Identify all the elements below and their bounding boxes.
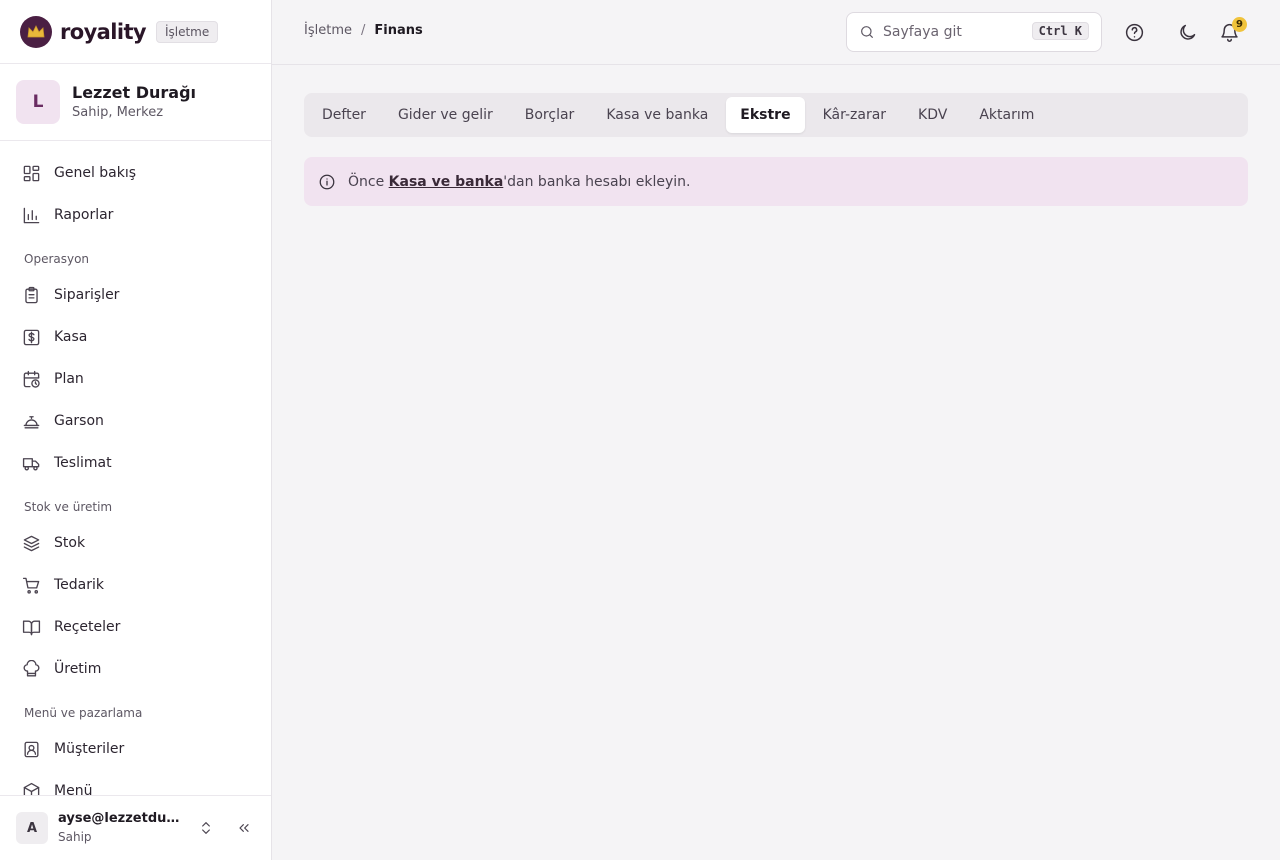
org-switcher[interactable]: L Lezzet Durağı Sahip, Merkez (0, 64, 271, 141)
sidebar-item-label: Genel bakış (54, 165, 137, 181)
help-button[interactable] (1122, 20, 1146, 44)
collapse-sidebar-icon[interactable] (236, 820, 252, 836)
tab-gider-ve-gelir[interactable]: Gider ve gelir (384, 97, 507, 133)
sidebar-item-label: Garson (54, 413, 104, 429)
dollar-icon (23, 329, 40, 345)
sidebar-item-label: Siparişler (54, 287, 120, 303)
tab-aktarim[interactable]: Aktarım (965, 97, 1048, 133)
cloche-icon (23, 415, 40, 429)
breadcrumb-current: Finans (374, 23, 423, 38)
avatar: A (16, 812, 48, 844)
org-name: Lezzet Durağı (72, 82, 197, 102)
sidebar-item-label: Menü (54, 783, 93, 795)
stack-icon (23, 535, 40, 551)
finance-tabs: Defter Gider ve gelir Borçlar Kasa ve ba… (304, 93, 1248, 137)
sidebar-item-genel-bakis[interactable]: Genel bakış (0, 152, 271, 194)
user-role: Sahip (58, 830, 92, 844)
sidebar-nav: Genel bakış Raporlar Operasyon Siparişle… (0, 141, 271, 795)
org-avatar: L (16, 80, 60, 124)
sidebar-item-menu[interactable]: Menü (0, 770, 271, 795)
sidebar-item-label: Teslimat (54, 455, 112, 471)
breadcrumb: İşletme / Finans (304, 23, 423, 38)
moon-icon (1179, 24, 1195, 40)
top-header: İşletme / Finans Ctrl K 9 (272, 0, 1280, 65)
sidebar-item-plan[interactable]: Plan (0, 358, 271, 400)
keyboard-shortcut: Ctrl K (1031, 22, 1089, 40)
theme-toggle-button[interactable] (1175, 20, 1199, 44)
nav-section-title: Stok ve üretim (24, 500, 113, 514)
chef-hat-icon (23, 659, 40, 677)
sidebar-item-musteriler[interactable]: Müşteriler (0, 728, 271, 770)
sidebar-item-label: Üretim (54, 661, 102, 677)
sidebar-item-teslimat[interactable]: Teslimat (0, 442, 271, 484)
sidebar-item-label: Reçeteler (54, 619, 121, 635)
sidebar-item-label: Tedarik (54, 577, 105, 593)
sidebar-item-label: Stok (54, 535, 86, 551)
tab-kar-zarar[interactable]: Kâr-zarar (809, 97, 900, 133)
notifications-button[interactable]: 9 (1217, 17, 1247, 44)
sidebar-item-stok[interactable]: Stok (0, 522, 271, 564)
clipboard-icon (25, 286, 38, 303)
info-icon (319, 174, 335, 189)
brand-header: royality İşletme (0, 0, 271, 64)
sidebar-item-uretim[interactable]: Üretim (0, 648, 271, 690)
sidebar: royality İşletme L Lezzet Durağı Sahip, … (0, 0, 272, 860)
crown-logo-icon[interactable] (20, 15, 52, 48)
contact-icon (24, 741, 39, 757)
breadcrumb-separator: / (360, 23, 366, 38)
sidebar-item-raporlar[interactable]: Raporlar (0, 194, 271, 236)
nav-section-title: Operasyon (24, 252, 90, 266)
tab-kasa-ve-banka[interactable]: Kasa ve banka (592, 97, 722, 133)
sidebar-item-kasa[interactable]: Kasa (0, 316, 271, 358)
alert-suffix: 'dan banka hesabı ekleyin. (503, 173, 691, 190)
cart-icon (22, 577, 40, 594)
truck-icon (22, 457, 40, 471)
tab-defter[interactable]: Defter (308, 97, 380, 133)
kasa-ve-banka-link[interactable]: Kasa ve banka (389, 174, 504, 190)
breadcrumb-parent[interactable]: İşletme (304, 23, 352, 38)
search-input[interactable] (883, 24, 1023, 40)
sidebar-item-tedarik[interactable]: Tedarik (0, 564, 271, 606)
org-role: Sahip, Merkez (72, 104, 164, 120)
alert-message: Önce Kasa ve banka'dan banka hesabı ekle… (348, 174, 690, 190)
tab-kdv[interactable]: KDV (904, 97, 961, 133)
sidebar-item-siparisler[interactable]: Siparişler (0, 274, 271, 316)
tab-borclar[interactable]: Borçlar (511, 97, 589, 133)
search-box[interactable]: Ctrl K (846, 12, 1102, 52)
sidebar-item-label: Kasa (54, 329, 88, 345)
dashboard-icon (23, 165, 40, 181)
alert-prefix: Önce (348, 173, 389, 190)
book-icon (22, 619, 41, 635)
tab-ekstre[interactable]: Ekstre (726, 97, 805, 133)
nav-section-title: Menü ve pazarlama (24, 706, 143, 720)
brand-name: royality (60, 19, 147, 44)
user-email: ayse@lezzetdurağı.com (58, 811, 184, 826)
workspace-badge: İşletme (155, 20, 219, 43)
help-circle-icon (1125, 23, 1143, 41)
sidebar-item-label: Plan (54, 371, 84, 387)
search-icon (861, 26, 873, 38)
sidebar-item-label: Raporlar (54, 207, 114, 223)
chevrons-up-down-icon[interactable] (198, 820, 214, 836)
sidebar-item-receteler[interactable]: Reçeteler (0, 606, 271, 648)
notification-count-badge: 9 (1232, 17, 1247, 32)
info-alert: Önce Kasa ve banka'dan banka hesabı ekle… (304, 157, 1248, 206)
sidebar-item-garson[interactable]: Garson (0, 400, 271, 442)
bar-chart-icon (23, 207, 40, 223)
package-icon (23, 782, 40, 795)
sidebar-item-label: Müşteriler (54, 741, 125, 757)
user-menu[interactable]: A ayse@lezzetdurağı.com Sahip (0, 795, 271, 860)
calendar-clock-icon (23, 370, 40, 388)
